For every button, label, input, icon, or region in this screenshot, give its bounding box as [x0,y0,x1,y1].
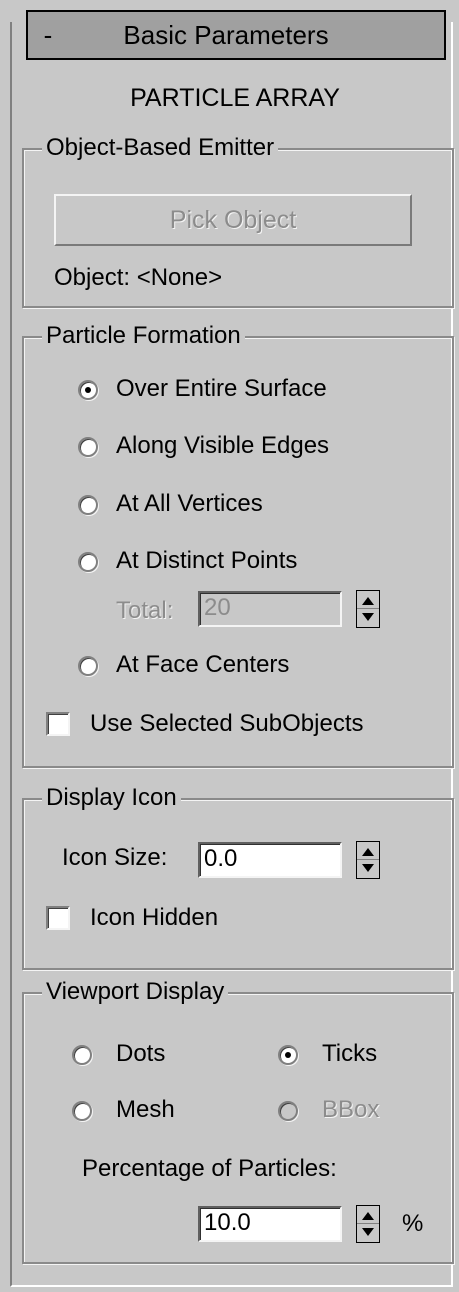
total-label: Total: [116,597,174,624]
icon-size-spinner[interactable] [356,841,380,879]
spinner-down-icon [362,613,374,621]
collapse-icon: - [43,19,53,50]
radio-at-all-vertices[interactable] [78,495,98,515]
total-input[interactable]: 20 [198,591,342,627]
emitter-group-label: Object-Based Emitter [42,134,279,162]
percentage-spinner[interactable] [356,1205,380,1243]
panel-subtitle: PARTICLE ARRAY [130,84,340,112]
radio-label-ticks: Ticks [322,1040,378,1067]
radio-at-face-centers[interactable] [78,656,98,676]
spinner-down-icon [362,1228,374,1236]
percent-unit-label: % [402,1210,424,1237]
percentage-label: Percentage of Particles: [82,1155,337,1182]
display-icon-group-label: Display Icon [42,784,181,812]
spinner-up-icon [362,1212,374,1220]
spinner-up-icon [362,848,374,856]
radio-label-dots: Dots [116,1040,166,1067]
radio-label-over-entire-surface: Over Entire Surface [116,375,327,402]
radio-selected-dot-icon [85,387,91,393]
pick-object-button[interactable]: Pick Object [54,194,412,246]
total-spinner[interactable] [356,590,380,628]
use-selected-subobjects-label: Use Selected SubObjects [90,710,364,737]
radio-label-at-distinct-points: At Distinct Points [116,547,298,574]
icon-hidden-checkbox[interactable] [46,906,70,930]
radio-bbox [278,1101,298,1121]
rollout-header-button[interactable]: - Basic Parameters [26,10,446,60]
radio-over-entire-surface[interactable] [78,380,98,400]
viewport-display-group-label: Viewport Display [42,978,229,1006]
radio-label-along-visible-edges: Along Visible Edges [116,432,330,459]
radio-selected-dot-icon [285,1052,291,1058]
spinner-down-icon [362,864,374,872]
use-selected-subobjects-checkbox[interactable] [46,712,70,736]
display-icon-group [22,798,454,970]
icon-size-input[interactable]: 0.0 [198,842,342,878]
radio-at-distinct-points[interactable] [78,552,98,572]
radio-label-bbox: BBox [322,1096,380,1123]
spinner-up-icon [362,597,374,605]
rollout-title: Basic Parameters [123,19,329,50]
radio-mesh[interactable] [72,1101,92,1121]
radio-label-mesh: Mesh [116,1096,175,1123]
radio-along-visible-edges[interactable] [78,437,98,457]
icon-hidden-label: Icon Hidden [90,904,219,931]
radio-dots[interactable] [72,1045,92,1065]
object-value-text: Object: <None> [54,264,223,291]
percentage-input[interactable]: 10.0 [198,1206,342,1242]
radio-label-at-all-vertices: At All Vertices [116,490,263,517]
icon-size-label: Icon Size: [62,844,168,871]
radio-label-at-face-centers: At Face Centers [116,651,290,678]
radio-ticks[interactable] [278,1045,298,1065]
formation-group-label: Particle Formation [42,322,245,350]
